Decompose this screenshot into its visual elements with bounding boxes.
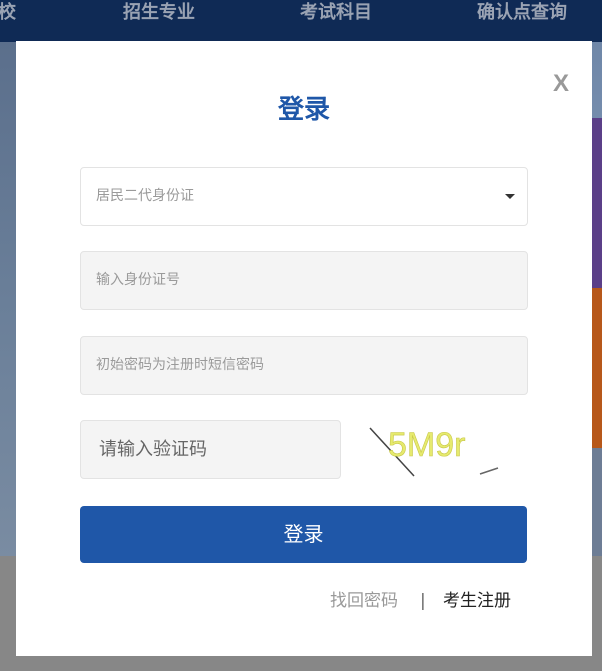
id-number-input[interactable]: 输入身份证号 [80, 251, 528, 310]
register-link[interactable]: 考生注册 [443, 589, 511, 613]
nav-item-confirm-point-query[interactable]: 确认点查询 [477, 0, 567, 26]
captcha-placeholder: 请输入验证码 [99, 439, 207, 460]
id-type-selected-value: 居民二代身份证 [96, 188, 194, 204]
nav-item-exam-subjects[interactable]: 考试科目 [300, 0, 372, 26]
background-right-panel-blue [592, 448, 602, 558]
background-right-panel-orange [592, 288, 602, 448]
login-title: 登录 [277, 95, 330, 125]
forgot-password-link[interactable]: 找回密码 [330, 589, 398, 613]
background-right-panel-purple [592, 118, 602, 288]
login-button[interactable]: 登录 [80, 506, 527, 563]
link-separator: | [420, 591, 426, 611]
password-placeholder: 初始密码为注册时短信密码 [96, 357, 264, 373]
captcha-code-text: 5M9r [388, 426, 465, 464]
password-input[interactable]: 初始密码为注册时短信密码 [80, 336, 528, 395]
captcha-image[interactable]: 5M9r [366, 422, 502, 478]
top-navigation: 校 招生专业 考试科目 确认点查询 [0, 0, 602, 42]
captcha-graphic: 5M9r [369, 426, 499, 477]
caret-down-icon [505, 194, 515, 199]
captcha-noise-line-2 [479, 467, 499, 475]
background-left-strip [0, 42, 16, 562]
captcha-input[interactable]: 请输入验证码 [80, 420, 341, 479]
id-number-placeholder: 输入身份证号 [96, 272, 180, 288]
nav-item-school[interactable]: 校 [0, 0, 16, 26]
nav-item-majors[interactable]: 招生专业 [123, 0, 195, 26]
login-modal: X 登录 居民二代身份证 输入身份证号 初始密码为注册时短信密码 请输入验证码 … [16, 41, 592, 656]
id-type-select[interactable]: 居民二代身份证 [80, 167, 528, 226]
